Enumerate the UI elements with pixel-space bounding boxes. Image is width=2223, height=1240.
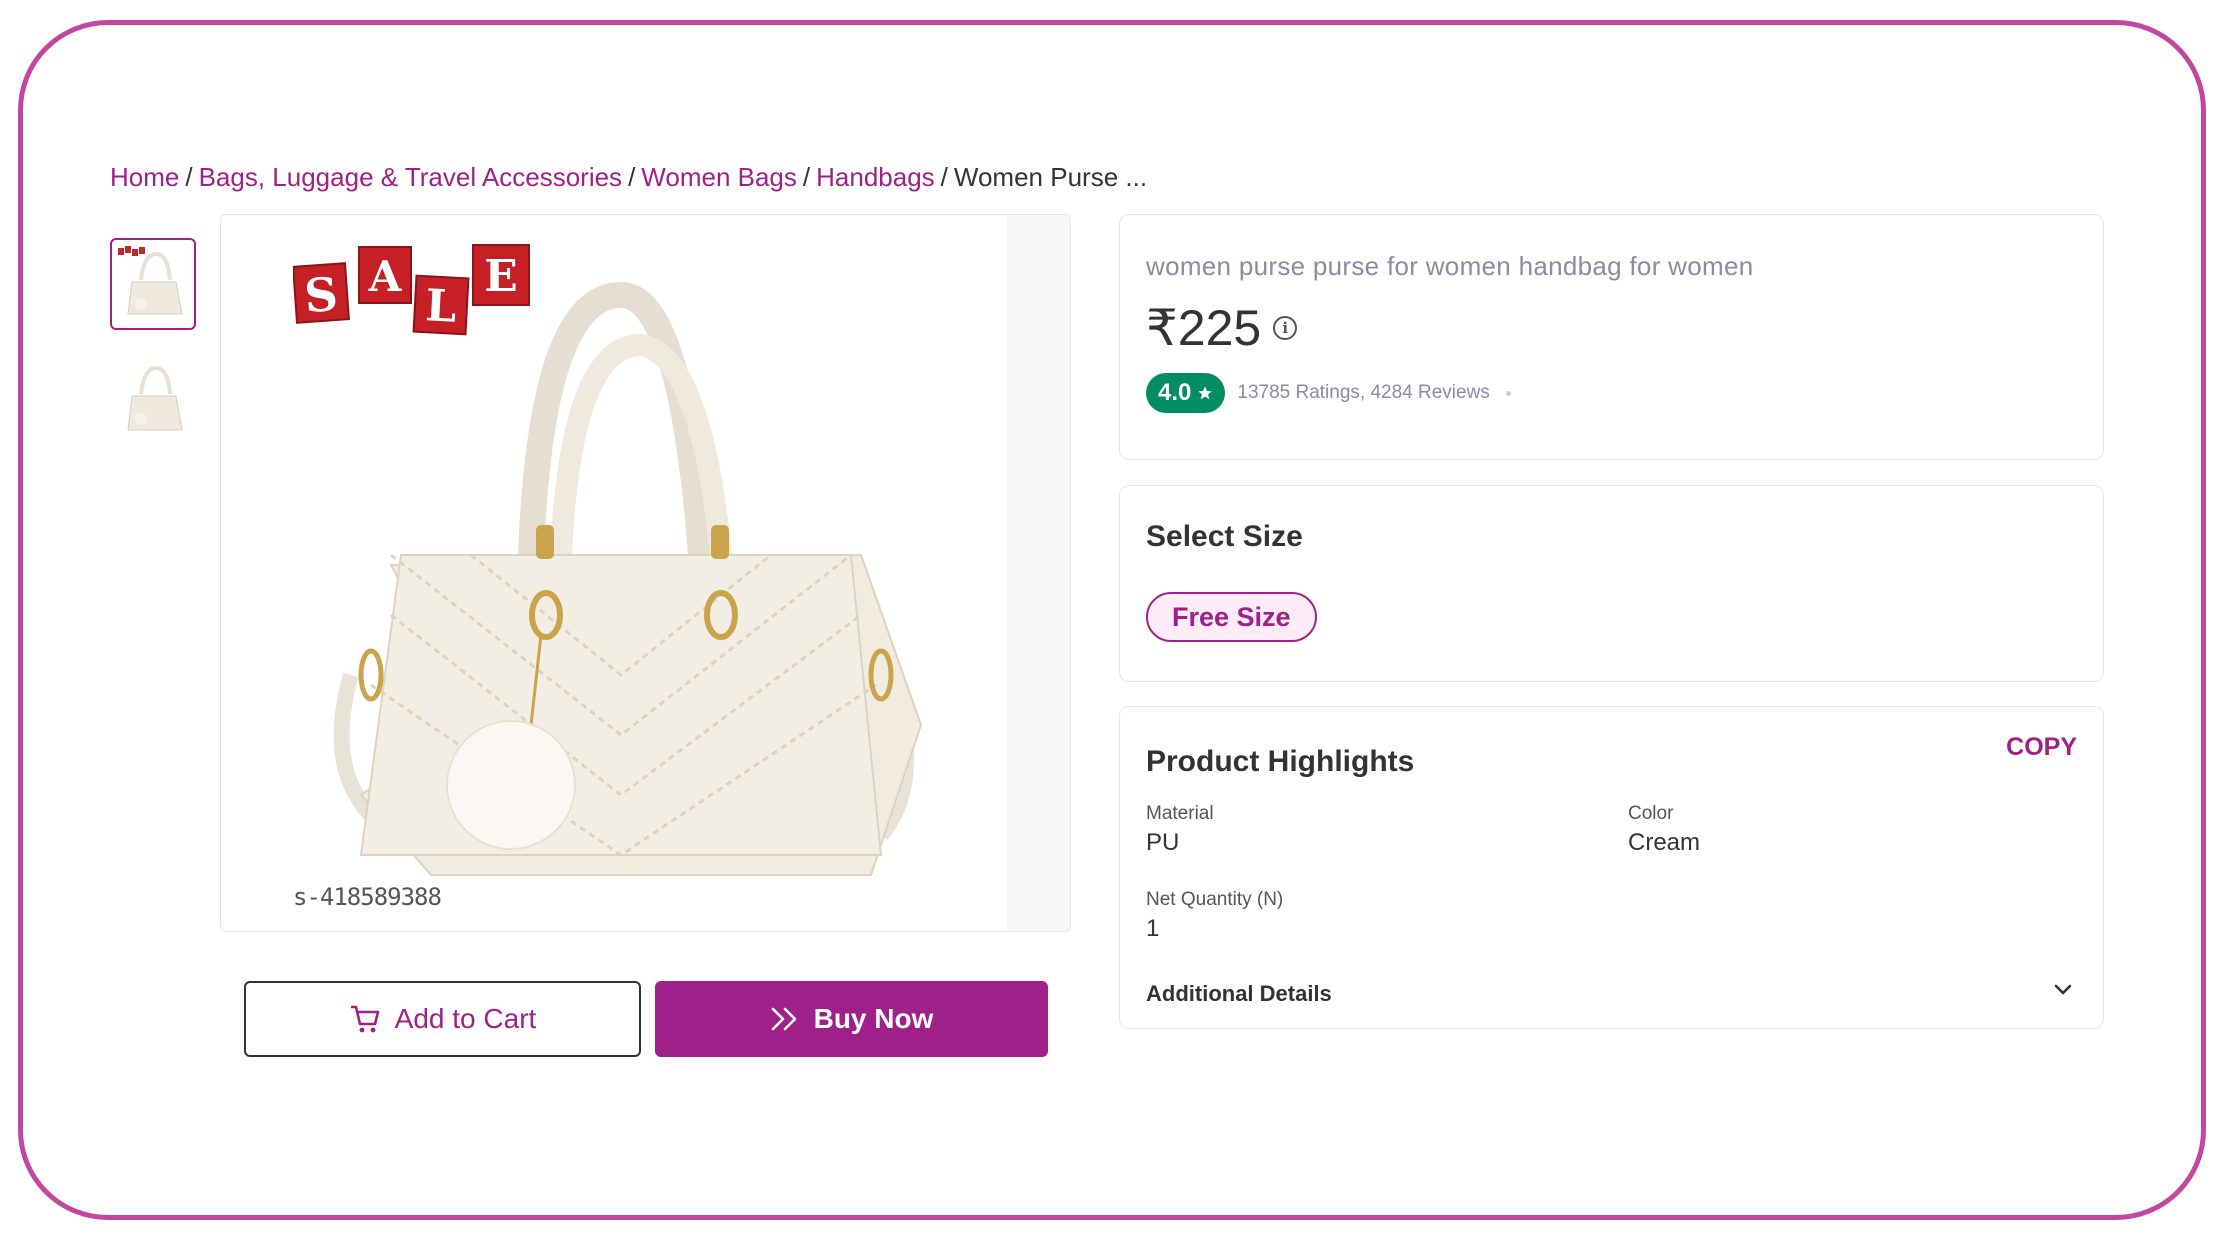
breadcrumb-separator: / (802, 162, 811, 192)
sku-watermark: s-418589388 (293, 883, 442, 911)
price-row: ₹225 i (1146, 299, 1298, 357)
breadcrumb-handbags[interactable]: Handbags (816, 162, 935, 192)
double-chevron-right-icon (771, 1007, 796, 1031)
info-icon[interactable]: i (1273, 316, 1298, 340)
star-icon (1198, 386, 1213, 400)
attribute-material: Material PU (1146, 803, 1214, 857)
handbag-thumbnail-image (127, 365, 183, 431)
breadcrumb-women-bags[interactable]: Women Bags (641, 162, 797, 192)
ratings-reviews-count[interactable]: 13785 Ratings, 4284 Reviews (1237, 382, 1489, 404)
buy-now-label: Buy Now (813, 1003, 934, 1034)
product-highlights-heading: Product Highlights (1146, 745, 1415, 778)
breadcrumb-current: Women Purse ... (953, 162, 1148, 192)
thumbnail-list (110, 238, 196, 466)
cart-icon (350, 1005, 379, 1033)
breadcrumb-separator: / (940, 162, 948, 192)
attribute-value: Cream (1628, 829, 1701, 856)
thumbnail-1[interactable] (110, 238, 196, 330)
select-size-heading: Select Size (1146, 520, 1303, 553)
image-edge-stripe (1007, 215, 1070, 931)
product-info-card: women purse purse for women handbag for … (1119, 214, 2104, 460)
separator-dot (1505, 390, 1511, 396)
add-to-cart-button[interactable]: Add to Cart (244, 981, 641, 1057)
product-title: women purse purse for women handbag for … (1146, 251, 1754, 281)
product-price: ₹225 (1146, 300, 1262, 356)
add-to-cart-label: Add to Cart (394, 1003, 537, 1034)
attribute-net-quantity: Net Quantity (N) 1 (1146, 889, 1283, 943)
rating-row: 4.0 13785 Ratings, 4284 Reviews (1146, 373, 1511, 413)
breadcrumb-separator: / (185, 162, 193, 192)
attribute-color: Color Cream (1628, 803, 1700, 857)
breadcrumb-bags-luggage[interactable]: Bags, Luggage & Travel Accessories (199, 162, 622, 192)
attribute-value: PU (1146, 829, 1180, 856)
attribute-label: Color (1628, 803, 1674, 824)
attribute-label: Net Quantity (N) (1146, 889, 1284, 910)
handbag-product-image (333, 281, 923, 876)
buy-now-button[interactable]: Buy Now (655, 981, 1048, 1057)
rating-value: 4.0 (1158, 379, 1192, 406)
attribute-value: 1 (1146, 915, 1160, 942)
product-main-image[interactable]: S A L E s-418589388 (220, 214, 1071, 932)
copy-button[interactable]: COPY (2006, 733, 2077, 762)
select-size-card: Select Size Free Size (1119, 485, 2104, 682)
additional-details-toggle[interactable]: Additional Details (1146, 981, 1332, 1007)
handbag-thumbnail-image (118, 246, 183, 315)
size-option-free-size[interactable]: Free Size (1146, 592, 1317, 642)
thumbnail-2[interactable] (110, 352, 196, 444)
breadcrumb-separator: / (628, 162, 636, 192)
chevron-down-icon[interactable] (2051, 977, 2075, 1001)
breadcrumb-home[interactable]: Home (110, 162, 179, 192)
attribute-label: Material (1146, 803, 1214, 824)
rating-badge[interactable]: 4.0 (1146, 373, 1226, 413)
product-highlights-card: Product Highlights COPY Material PU Colo… (1119, 706, 2104, 1029)
breadcrumb: Home / Bags, Luggage & Travel Accessories /… (110, 160, 1147, 194)
